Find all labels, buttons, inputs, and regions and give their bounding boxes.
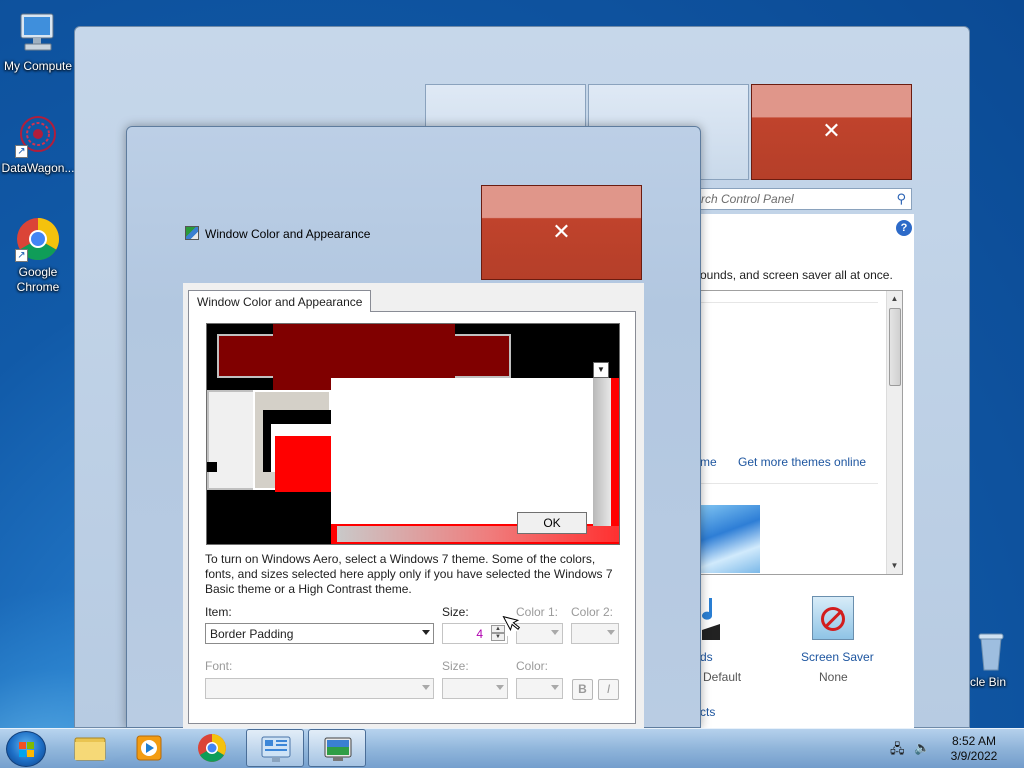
- font-color-label: Color:: [516, 659, 549, 673]
- no-symbol-icon: [821, 607, 845, 631]
- item-select[interactable]: Border Padding: [205, 623, 434, 644]
- desktop-icon-label: My Compute: [3, 59, 73, 73]
- desktop-icon-datawagon[interactable]: ↗ DataWagon...: [1, 112, 75, 176]
- sound-note-icon[interactable]: [700, 596, 722, 644]
- scroll-up-arrow-icon[interactable]: ▲: [887, 291, 902, 307]
- window-close-button[interactable]: ✕: [751, 84, 912, 180]
- theme-divider: [700, 302, 878, 303]
- preview-dropdown-arrow-icon: ▼: [593, 362, 609, 378]
- close-icon: ✕: [822, 118, 841, 143]
- taskbar-media-player[interactable]: [120, 729, 178, 767]
- font-color-picker[interactable]: [516, 678, 563, 699]
- close-icon: ✕: [552, 218, 571, 244]
- italic-button[interactable]: I: [598, 679, 619, 700]
- color2-label: Color 2:: [571, 605, 614, 619]
- font-size-label: Size:: [442, 659, 469, 673]
- preview-corner: [207, 462, 217, 472]
- appearance-preview[interactable]: ▼ OK: [206, 323, 620, 545]
- font-label: Font:: [205, 659, 233, 673]
- theme-link[interactable]: me: [700, 455, 717, 469]
- size-stepper[interactable]: 4 ▲ ▼: [442, 623, 508, 644]
- volume-icon[interactable]: 🔈: [914, 740, 930, 756]
- color2-picker[interactable]: [571, 623, 619, 644]
- sounds-label[interactable]: ds: [700, 650, 713, 664]
- preview-selected-item: [275, 436, 331, 492]
- preview-ok-button: OK: [517, 512, 587, 534]
- tab-window-color-appearance[interactable]: Window Color and Appearance: [188, 290, 372, 312]
- taskbar-window-color[interactable]: [308, 729, 366, 767]
- preview-scrollbar: [593, 378, 611, 526]
- desktop-icon-label: DataWagon...: [1, 161, 75, 175]
- screen-saver-label[interactable]: Screen Saver: [801, 650, 874, 664]
- search-placeholder: rch Control Panel: [701, 192, 794, 206]
- chevron-down-icon: [422, 685, 430, 690]
- datawagon-icon: ↗: [15, 112, 61, 158]
- size-value: 4: [476, 627, 483, 641]
- control-panel-search-input[interactable]: rch Control Panel ⚲: [700, 188, 912, 210]
- chrome-icon: [198, 734, 226, 762]
- scroll-thumb[interactable]: [889, 308, 901, 386]
- start-button[interactable]: [6, 731, 46, 767]
- scroll-down-arrow-icon[interactable]: ▼: [887, 558, 902, 574]
- computer-icon: [15, 10, 61, 56]
- dialog-title: Window Color and Appearance: [205, 227, 371, 241]
- display-settings-icon: [324, 737, 352, 761]
- preview-message-box: [331, 378, 593, 524]
- theme-list-scrollbar[interactable]: ▲ ▼: [886, 291, 902, 574]
- network-icon[interactable]: 🖧: [890, 740, 905, 762]
- aero-instructions: To turn on Windows Aero, select a Window…: [205, 552, 613, 596]
- help-icon[interactable]: ?: [896, 220, 912, 236]
- font-select[interactable]: [205, 678, 434, 699]
- sounds-value: Default: [703, 670, 742, 684]
- chevron-down-icon: [551, 685, 559, 690]
- taskbar-google-chrome[interactable]: [183, 729, 241, 767]
- color1-label: Color 1:: [516, 605, 559, 619]
- clock-time: 8:52 AM: [951, 734, 997, 748]
- theme-divider: [700, 483, 878, 484]
- chevron-down-icon: [422, 630, 430, 635]
- see-also-link[interactable]: cts: [700, 705, 715, 719]
- taskbar-file-explorer[interactable]: [61, 729, 119, 767]
- desktop-icon-google-chrome[interactable]: ↗ Google Chrome: [1, 216, 75, 295]
- desktop-icon-my-computer[interactable]: My Compute: [1, 10, 75, 74]
- shortcut-arrow-icon: ↗: [15, 145, 28, 158]
- personalization-description: ounds, and screen saver all at once.: [700, 268, 893, 282]
- folder-icon: [74, 737, 106, 761]
- theme-thumbnail[interactable]: [700, 505, 760, 573]
- screen-saver-icon[interactable]: [812, 596, 854, 640]
- windows-logo-icon: [19, 742, 35, 757]
- font-size-select[interactable]: [442, 678, 508, 699]
- item-select-value: Border Padding: [210, 627, 294, 641]
- item-label: Item:: [205, 605, 232, 619]
- control-panel-icon: [261, 736, 291, 762]
- system-clock[interactable]: 8:52 AM 3/9/2022: [944, 734, 1004, 764]
- chrome-icon: ↗: [15, 216, 61, 262]
- size-label: Size:: [442, 605, 469, 619]
- desktop-icon-label: cle Bin: [969, 675, 1006, 689]
- recycle-bin-icon: [978, 632, 1004, 672]
- screen-saver-value: None: [819, 670, 848, 684]
- chevron-down-icon: [551, 630, 559, 635]
- stepper-down-icon[interactable]: ▼: [491, 633, 505, 641]
- chevron-down-icon: [607, 630, 615, 635]
- get-more-themes-link[interactable]: Get more themes online: [738, 455, 866, 469]
- desktop-icon-label: Google Chrome: [16, 265, 60, 294]
- chevron-down-icon: [496, 685, 504, 690]
- bold-button[interactable]: B: [572, 679, 593, 700]
- media-player-icon: [136, 735, 162, 761]
- display-settings-icon: [185, 226, 199, 240]
- taskbar-control-panel[interactable]: [246, 729, 304, 767]
- clock-date: 3/9/2022: [950, 749, 998, 763]
- dialog-close-button[interactable]: ✕: [481, 185, 642, 280]
- search-icon[interactable]: ⚲: [896, 191, 906, 207]
- shortcut-arrow-icon: ↗: [15, 249, 28, 262]
